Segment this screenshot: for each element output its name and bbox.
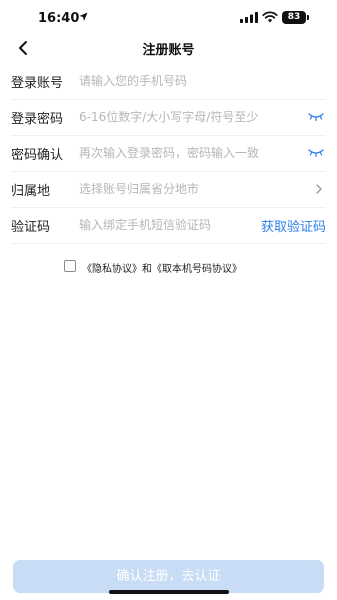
wifi-icon <box>262 11 278 23</box>
region-select[interactable] <box>79 178 299 200</box>
status-bar: 16:40 83 <box>0 0 337 36</box>
code-row: 验证码 获取验证码 <box>11 208 326 244</box>
privacy-agreement-link[interactable]: 《隐私协议》 <box>82 264 142 275</box>
confirm-label: 密码确认 <box>11 148 64 163</box>
get-code-button[interactable]: 获取验证码 <box>261 216 326 235</box>
page-title: 注册账号 <box>142 43 195 58</box>
region-row[interactable]: 归属地 <box>11 172 326 208</box>
password-label: 登录密码 <box>11 112 64 127</box>
agreement-conjunction: 和 <box>142 264 152 275</box>
submit-button[interactable]: 确认注册，去认证 <box>13 560 324 593</box>
agreement-text: 《隐私协议》和《取本机号码协议》 <box>82 260 242 275</box>
confirm-row: 密码确认 <box>11 136 326 172</box>
status-time: 16:40 <box>38 11 80 26</box>
register-form: 登录账号 登录密码 密码确认 归属地 <box>0 64 337 244</box>
location-arrow-icon <box>79 12 88 21</box>
password-input[interactable] <box>79 106 259 128</box>
battery-icon: 83 <box>282 11 309 24</box>
account-row: 登录账号 <box>11 64 326 100</box>
confirm-password-input[interactable] <box>79 142 259 164</box>
chevron-right-icon <box>316 184 322 194</box>
home-indicator <box>109 590 229 594</box>
nav-bar: 注册账号 <box>0 36 337 62</box>
verification-code-input[interactable] <box>79 214 247 236</box>
eye-closed-icon[interactable] <box>308 148 324 158</box>
code-label: 验证码 <box>11 220 51 235</box>
agreement-checkbox[interactable] <box>64 260 76 272</box>
register-screen: 16:40 83 注册账号 登录账号 登录密码 <box>0 0 337 600</box>
eye-closed-icon[interactable] <box>308 112 324 122</box>
region-label: 归属地 <box>11 184 51 199</box>
account-input[interactable] <box>79 70 319 92</box>
signal-icon <box>240 12 258 23</box>
number-agreement-link[interactable]: 《取本机号码协议》 <box>152 264 242 275</box>
password-row: 登录密码 <box>11 100 326 136</box>
account-label: 登录账号 <box>11 76 64 91</box>
